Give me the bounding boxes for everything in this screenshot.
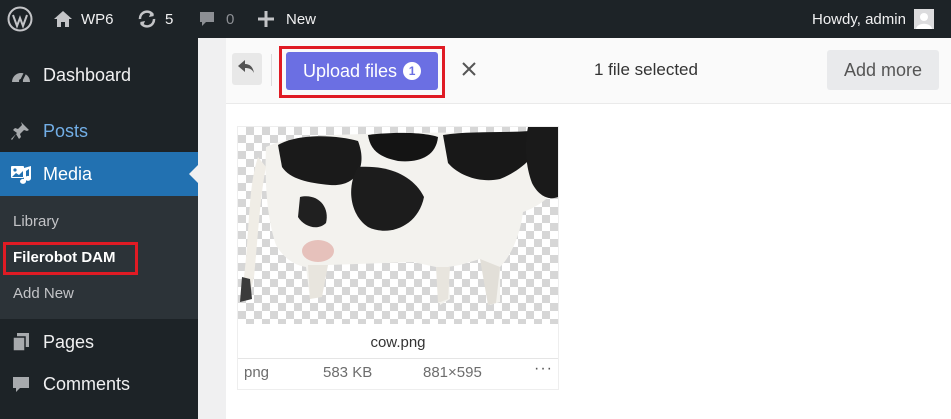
media-icon [9, 162, 33, 186]
submenu-item-library[interactable]: Library [13, 213, 59, 230]
sidebar-item-label: Posts [43, 120, 89, 141]
file-name: cow.png [370, 334, 426, 351]
comments-link[interactable]: 0 [198, 0, 234, 38]
back-button[interactable] [232, 53, 262, 85]
cancel-button[interactable] [456, 58, 482, 84]
sidebar-item-label: Media [43, 163, 93, 184]
undo-arrow-icon [238, 59, 256, 79]
comments-icon [9, 372, 33, 396]
current-menu-arrow [189, 165, 198, 183]
cow-image [240, 127, 558, 305]
sidebar-item-label: Pages [43, 331, 95, 352]
plus-icon [258, 11, 274, 27]
comments-count: 0 [226, 10, 235, 28]
add-more-button[interactable]: Add more [827, 50, 939, 90]
file-options-button[interactable]: ··· [534, 360, 553, 378]
sidebar-item-label: Comments [43, 373, 131, 394]
file-size: 583 KB [323, 364, 373, 381]
file-thumbnail [238, 127, 558, 324]
home-icon [53, 10, 73, 28]
pin-icon [9, 119, 33, 143]
sidebar-item-pages[interactable]: Pages [0, 327, 198, 357]
toolbar-divider [271, 54, 272, 86]
new-content-link[interactable]: New [258, 0, 316, 38]
comment-bubble-icon [198, 10, 216, 28]
new-label: New [286, 10, 317, 28]
pages-icon [9, 330, 33, 354]
uploader-panel: Upload files 1 1 file selected Add more [226, 38, 951, 419]
avatar [913, 9, 934, 29]
greeting-text: Howdy, admin [812, 10, 906, 28]
wordpress-logo-icon[interactable] [7, 0, 33, 38]
sidebar-item-posts[interactable]: Posts [0, 116, 198, 146]
close-icon [461, 61, 477, 82]
admin-sidebar: Dashboard Posts Media Library Filerobot … [0, 38, 198, 419]
sidebar-item-media[interactable]: Media [0, 152, 198, 196]
sidebar-item-dashboard[interactable]: Dashboard [0, 60, 198, 90]
highlight-box-filerobot [3, 242, 138, 275]
site-name-link[interactable]: WP6 [53, 0, 114, 38]
admin-bar: WP6 5 0 New Howdy, admin [0, 0, 951, 38]
my-account-link[interactable]: Howdy, admin [812, 0, 934, 38]
site-name: WP6 [81, 10, 114, 28]
selection-status: 1 file selected [594, 60, 698, 79]
uploader-toolbar: Upload files 1 1 file selected Add more [226, 38, 951, 104]
sidebar-item-comments[interactable]: Comments [0, 369, 198, 399]
file-dimensions: 881×595 [423, 364, 482, 381]
file-card[interactable]: cow.png png 583 KB 881×595 ··· [238, 127, 558, 389]
dashboard-icon [9, 63, 33, 87]
sidebar-item-label: Dashboard [43, 64, 132, 85]
updates-link[interactable]: 5 [137, 0, 173, 38]
highlight-box-upload [279, 46, 445, 98]
updates-count: 5 [165, 10, 174, 28]
submenu-item-add-new[interactable]: Add New [13, 285, 74, 302]
file-type: png [244, 364, 270, 381]
divider [238, 358, 558, 359]
updates-icon [137, 10, 157, 28]
